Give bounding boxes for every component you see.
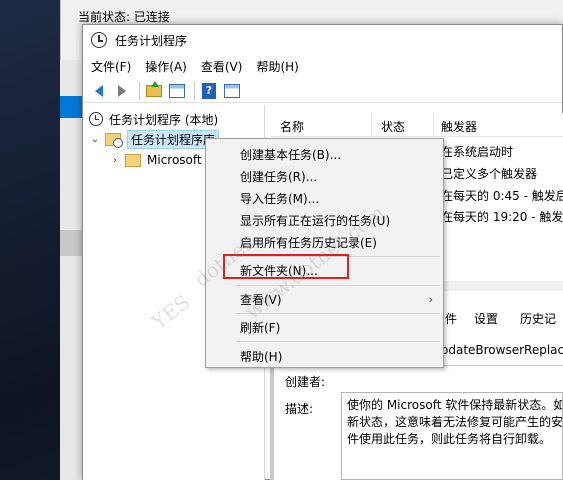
- tree-item-microsoft[interactable]: › Microsoft: [109, 150, 202, 170]
- help-icon: ?: [202, 82, 216, 99]
- menu-item-show-running-tasks[interactable]: 显示所有正在运行的任务(U): [206, 209, 443, 231]
- tree-item-library[interactable]: ⌄ 任务计划程序库: [89, 129, 220, 149]
- annotation-highlight-box: [223, 254, 349, 279]
- column-divider[interactable]: [371, 113, 372, 137]
- back-arrow-icon: [95, 84, 103, 97]
- trigger-cell: 在每天的 19:20 - 触发后: [441, 210, 563, 224]
- properties-button[interactable]: [222, 82, 242, 100]
- column-header-name[interactable]: 名称: [280, 118, 304, 135]
- clock-icon: [89, 112, 103, 126]
- trigger-cell: 已定义多个触发器: [441, 167, 538, 181]
- task-scheduler-clock-icon: [91, 32, 107, 48]
- menu-item-label: 导入任务(M)...: [240, 191, 320, 206]
- menu-item-label: 创建基本任务(B)...: [240, 147, 342, 162]
- description-line: 件使用此任务，则此任务将自行卸载。: [347, 432, 552, 446]
- back-button[interactable]: [89, 82, 109, 100]
- menu-item-label: 启用所有任务历史记录(E): [240, 235, 377, 250]
- help-button[interactable]: ?: [199, 82, 219, 100]
- background-gray-item: [60, 230, 82, 256]
- properties-icon: [224, 83, 240, 98]
- list-header: 名称 状态 触发器: [271, 113, 563, 137]
- trigger-cell: 在每天的 0:45 - 触发后: [441, 189, 563, 203]
- toolbar-separator: [194, 81, 195, 100]
- tab-settings[interactable]: 设置: [474, 310, 498, 327]
- description-textbox[interactable]: 使你的 Microsoft 软件保持最新状态。如 新状态，这意味着无法修复可能产…: [341, 392, 563, 480]
- menu-item-help[interactable]: 帮助(H): [206, 345, 443, 367]
- menu-item-enable-history[interactable]: 启用所有任务历史记录(E): [206, 231, 443, 253]
- show-hide-tree-button[interactable]: [167, 82, 187, 100]
- menu-item-label: 创建任务(R)...: [240, 169, 318, 184]
- column-header-triggers[interactable]: 触发器: [441, 118, 477, 135]
- menu-item-label: 刷新(F): [240, 320, 281, 335]
- tree-item-label: Microsoft: [147, 153, 202, 167]
- description-label: 描述:: [285, 402, 314, 416]
- menu-separator: [236, 285, 440, 286]
- forward-arrow-icon: [118, 84, 126, 97]
- background-sidebar: [60, 60, 82, 480]
- menu-item-label: 显示所有正在运行的任务(U): [240, 213, 391, 228]
- description-line: 新状态，这意味着无法修复可能产生的安: [347, 415, 563, 429]
- connection-status-text: 当前状态: 已连接: [78, 10, 170, 24]
- description-line: 使你的 Microsoft 软件保持最新状态。如: [347, 398, 563, 412]
- window-title: 任务计划程序: [115, 33, 188, 48]
- menu-item-create-task[interactable]: 创建任务(R)...: [206, 165, 443, 187]
- title-bar[interactable]: 任务计划程序: [83, 25, 562, 55]
- task-name-field[interactable]: odateBrowserReplace: [441, 343, 563, 357]
- submenu-arrow-icon: ›: [428, 292, 433, 306]
- folder-icon: [125, 153, 141, 167]
- tab-history[interactable]: 历史记: [520, 310, 556, 327]
- menu-help[interactable]: 帮助(H): [256, 58, 298, 75]
- menu-bar: 文件(F) 操作(A) 查看(V) 帮助(H): [83, 55, 562, 77]
- menu-item-view[interactable]: 查看(V) ›: [206, 288, 443, 310]
- chevron-down-icon[interactable]: ⌄: [89, 134, 101, 145]
- toolbar-separator: [139, 81, 140, 100]
- author-label: 创建者:: [285, 375, 326, 389]
- menu-action[interactable]: 操作(A): [145, 58, 187, 75]
- menu-file[interactable]: 文件(F): [91, 58, 131, 75]
- vertical-scrollbar-edge: [270, 368, 274, 480]
- menu-item-label: 查看(V): [240, 292, 282, 307]
- show-hide-tree-icon: [169, 83, 185, 98]
- menu-separator: [236, 313, 440, 314]
- forward-button[interactable]: [112, 82, 132, 100]
- trigger-cell: 在系统启动时: [441, 145, 514, 159]
- tree-item-root[interactable]: 任务计划程序 (本地): [89, 109, 218, 129]
- menu-item-create-basic-task[interactable]: 创建基本任务(B)...: [206, 143, 443, 165]
- tab-conditions[interactable]: 件: [445, 310, 457, 327]
- menu-item-label: 帮助(H): [240, 349, 283, 364]
- column-divider[interactable]: [433, 113, 434, 137]
- chevron-right-icon[interactable]: ›: [109, 155, 121, 166]
- folder-up-icon: [146, 80, 162, 97]
- menu-separator: [236, 341, 440, 342]
- background-selected-item: [60, 96, 82, 118]
- tree-item-label: 任务计划程序 (本地): [109, 112, 219, 127]
- menu-view[interactable]: 查看(V): [201, 58, 243, 75]
- menu-item-refresh[interactable]: 刷新(F): [206, 316, 443, 338]
- menu-item-import-task[interactable]: 导入任务(M)...: [206, 187, 443, 209]
- up-level-button[interactable]: [144, 80, 164, 100]
- library-folder-icon: [105, 132, 123, 148]
- toolbar: ?: [83, 79, 562, 103]
- context-menu: 创建基本任务(B)... 创建任务(R)... 导入任务(M)... 显示所有正…: [205, 138, 444, 368]
- column-header-status[interactable]: 状态: [381, 118, 405, 135]
